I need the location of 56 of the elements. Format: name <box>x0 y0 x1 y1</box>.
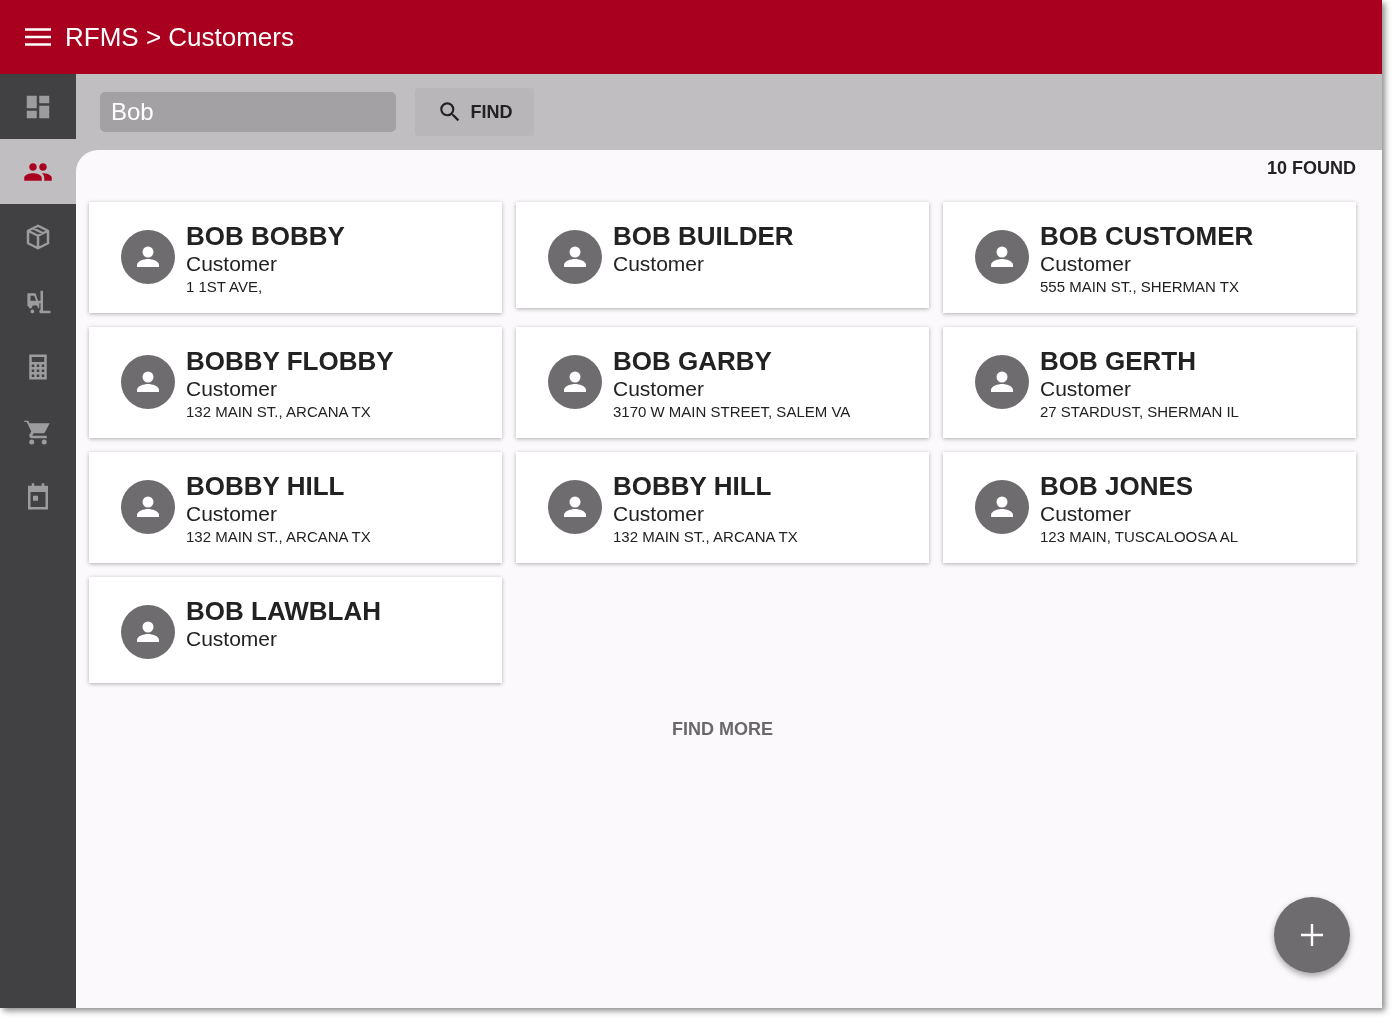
customer-card[interactable]: BOB JONES Customer 123 MAIN, TUSCALOOSA AL <box>943 452 1356 563</box>
customer-card[interactable]: BOBBY HILL Customer 132 MAIN ST., ARCANA TX <box>89 452 502 563</box>
customer-name: BOB LAWBLAH <box>186 597 381 625</box>
customer-address: 132 MAIN ST., ARCANA TX <box>186 402 372 422</box>
find-more-button[interactable]: FIND MORE <box>662 713 783 746</box>
customer-type: Customer <box>613 376 706 402</box>
customer-type: Customer <box>1040 501 1133 527</box>
customer-name: BOBBY FLOBBY <box>186 347 394 375</box>
customer-address: 3170 W MAIN STREET, SALEM VA <box>613 402 851 422</box>
customer-address: 1 1ST AVE, <box>186 277 264 297</box>
customer-card[interactable]: BOB BOBBY Customer 1 1ST AVE, <box>89 202 502 313</box>
app-title: RFMS > Customers <box>65 21 294 53</box>
customer-name: BOB GERTH <box>1040 347 1197 375</box>
avatar-icon <box>548 355 602 409</box>
avatar-icon <box>121 230 175 284</box>
customer-address: 27 STARDUST, SHERMAN IL <box>1040 402 1239 422</box>
customer-type: Customer <box>1040 251 1133 277</box>
customer-name: BOB GARBY <box>613 347 773 375</box>
customer-card[interactable]: BOB GERTH Customer 27 STARDUST, SHERMAN IL <box>943 327 1356 438</box>
customer-address: 123 MAIN, TUSCALOOSA AL <box>1040 527 1239 547</box>
avatar-icon <box>975 480 1029 534</box>
customer-name: BOB CUSTOMER <box>1040 222 1254 250</box>
customer-address: 132 MAIN ST., ARCANA TX <box>186 527 371 547</box>
avatar-icon <box>548 230 602 284</box>
avatar-icon <box>121 605 175 659</box>
customer-type: Customer <box>186 626 279 652</box>
customer-card[interactable]: BOB CUSTOMER Customer 555 MAIN ST., SHERMAN TX <box>943 202 1356 313</box>
customer-card[interactable]: BOB LAWBLAH Customer <box>89 577 502 683</box>
customer-address: 555 MAIN ST., SHERMAN TX <box>1040 277 1240 297</box>
avatar-icon <box>121 355 175 409</box>
avatar-icon <box>975 355 1029 409</box>
avatar-icon <box>975 230 1029 284</box>
customer-type: Customer <box>186 376 279 402</box>
customer-type: Customer <box>186 501 279 527</box>
plus-icon <box>1301 924 1323 946</box>
nav-item[interactable] <box>0 139 76 204</box>
add-button[interactable] <box>1274 897 1350 973</box>
customer-type: Customer <box>186 251 279 277</box>
customer-card[interactable]: BOB GARBY Customer 3170 W MAIN STREET, SALEM VA <box>516 327 929 438</box>
customer-type: Customer <box>613 501 706 527</box>
customer-card[interactable]: BOBBY HILL Customer 132 MAIN ST., ARCANA TX <box>516 452 929 563</box>
customer-name: BOB JONES <box>1040 472 1195 500</box>
customer-name: BOB BUILDER <box>613 222 794 250</box>
customer-name: BOBBY HILL <box>186 472 346 500</box>
avatar-icon <box>548 480 602 534</box>
customer-address: 132 MAIN ST., ARCANA TX <box>613 527 798 547</box>
customer-card[interactable]: BOB BUILDER Customer <box>516 202 929 308</box>
result-count: 10 FOUND <box>1266 158 1356 180</box>
customer-name: BOBBY HILL <box>613 472 773 500</box>
customer-card[interactable]: BOBBY FLOBBY Customer 132 MAIN ST., ARCANA TX <box>89 327 502 438</box>
customer-type: Customer <box>613 251 706 277</box>
customer-name: BOB BOBBY <box>186 222 345 250</box>
find-button[interactable]: FIND <box>415 88 534 136</box>
avatar-icon <box>121 480 175 534</box>
customer-type: Customer <box>1040 376 1133 402</box>
menu-button[interactable] <box>25 28 51 46</box>
